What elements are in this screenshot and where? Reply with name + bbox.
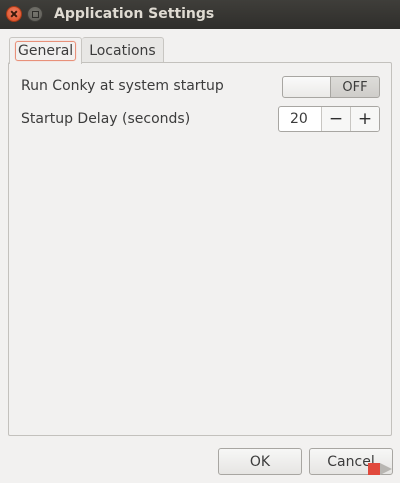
general-panel: Run Conky at system startup OFF Startup … — [8, 62, 392, 436]
watermark-logo-icon — [368, 463, 392, 475]
tab-locations[interactable]: Locations — [82, 37, 164, 63]
maximize-window-icon[interactable] — [27, 6, 43, 22]
title-bar: Application Settings — [0, 0, 400, 29]
delay-spinbutton[interactable]: 20 − + — [278, 106, 380, 132]
window-title: Application Settings — [54, 6, 215, 22]
tab-general[interactable]: General — [9, 37, 83, 64]
startup-label: Run Conky at system startup — [21, 78, 224, 94]
decrement-button[interactable]: − — [321, 107, 350, 131]
ok-button[interactable]: OK — [218, 448, 302, 475]
tab-bar: General Locations — [9, 37, 164, 64]
switch-knob[interactable] — [283, 77, 331, 97]
startup-switch[interactable]: OFF — [282, 76, 380, 98]
close-window-icon[interactable] — [6, 6, 22, 22]
delay-label: Startup Delay (seconds) — [21, 111, 191, 127]
delay-value-field[interactable]: 20 — [279, 107, 321, 131]
tab-locations-label: Locations — [89, 42, 156, 59]
increment-button[interactable]: + — [350, 107, 379, 131]
switch-state-text: OFF — [342, 79, 368, 95]
tab-general-label: General — [15, 41, 77, 61]
